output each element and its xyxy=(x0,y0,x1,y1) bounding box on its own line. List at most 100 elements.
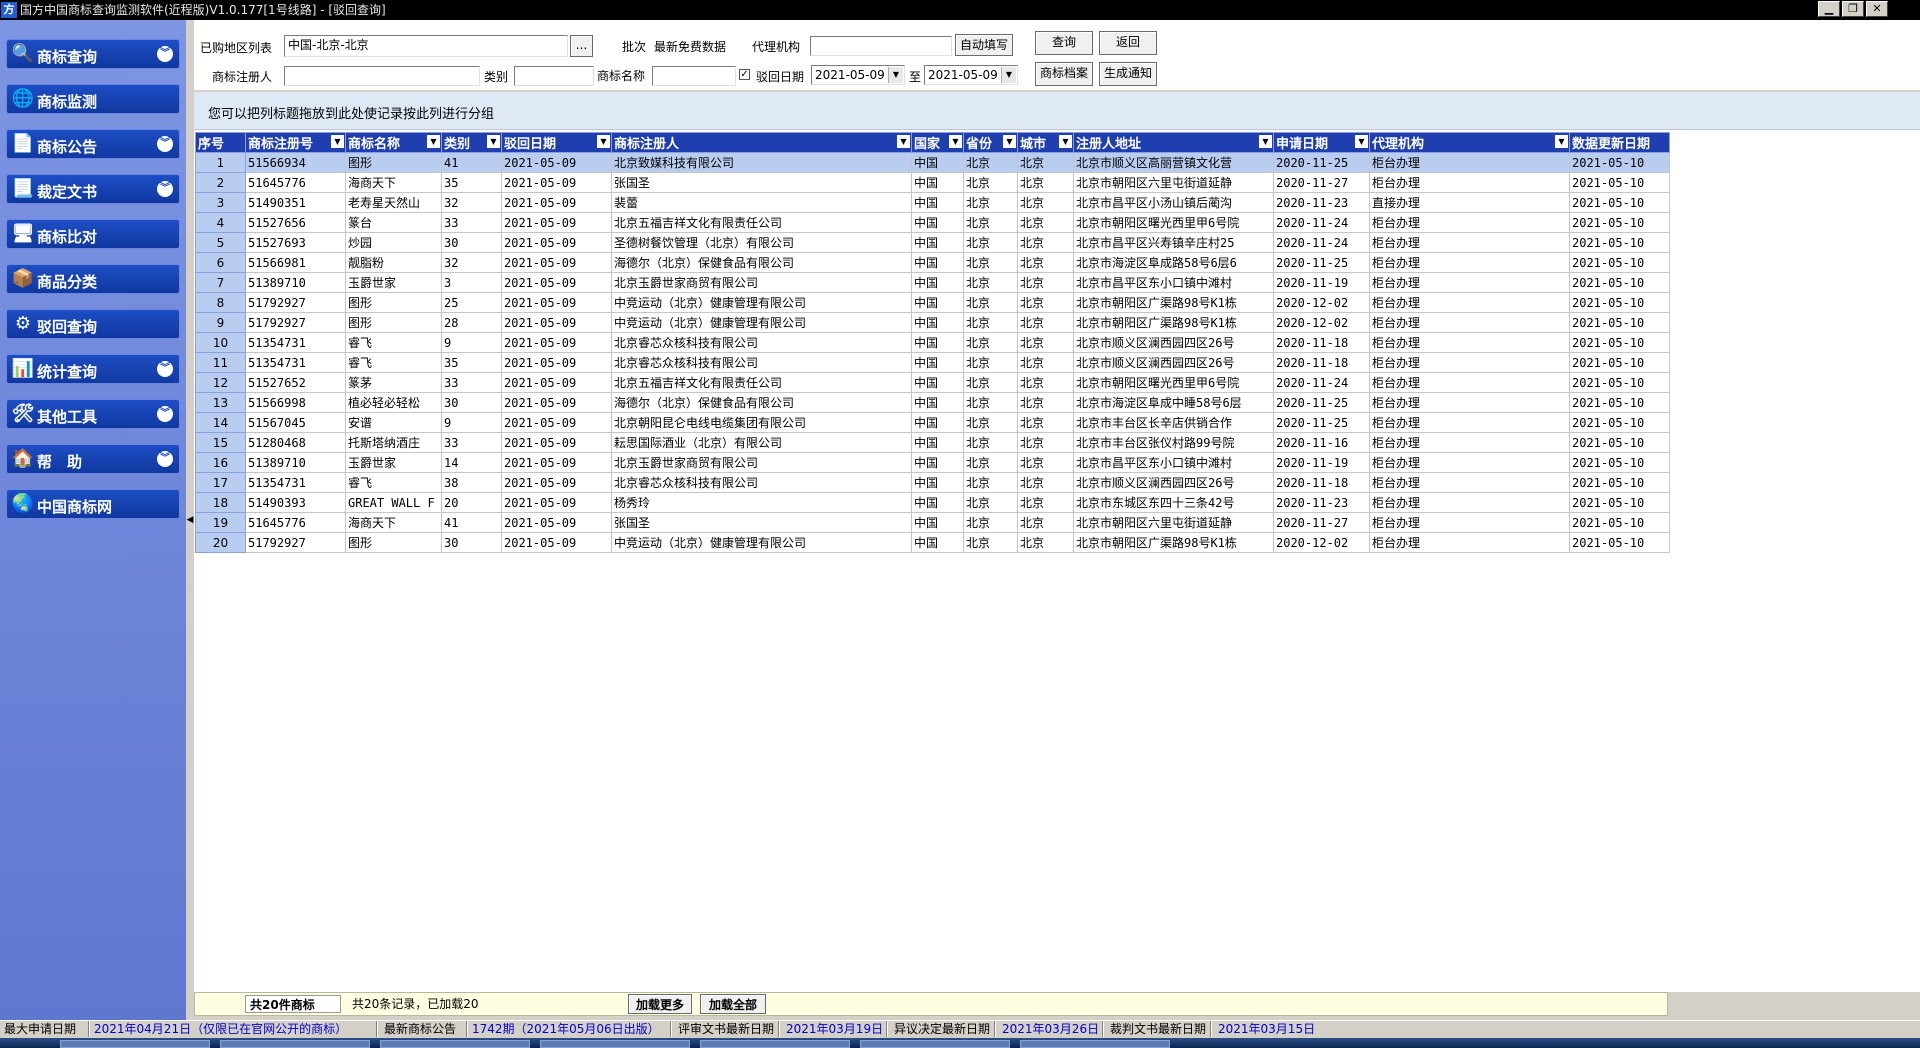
column-header[interactable]: 城市 ▼ xyxy=(1017,132,1074,153)
table-cell[interactable]: 2020-11-19 xyxy=(1273,272,1370,293)
table-cell[interactable]: 2021-05-10 xyxy=(1569,192,1670,213)
table-cell[interactable]: 9 xyxy=(441,332,502,353)
column-header[interactable]: 商标注册人 ▼ xyxy=(611,132,912,153)
table-cell[interactable]: 中国 xyxy=(911,152,964,173)
table-cell[interactable]: 北京 xyxy=(1017,532,1074,553)
date-to-picker[interactable]: 2021-05-09 ▼ xyxy=(924,65,1018,85)
table-cell[interactable]: 柜台办理 xyxy=(1369,352,1570,373)
autofill-button[interactable]: 自动填写 xyxy=(955,34,1013,56)
table-row[interactable]: 12 51527652 篆茅 33 2021-05-09 北京五福吉祥文化有限责任公司 中国… xyxy=(195,372,1670,393)
table-cell[interactable]: 北京 xyxy=(963,492,1018,513)
table-cell[interactable]: 51527693 xyxy=(245,232,346,253)
table-cell[interactable]: 老寿星天然山 xyxy=(345,192,442,213)
table-cell[interactable]: 海商天下 xyxy=(345,512,442,533)
table-cell[interactable]: 2021-05-10 xyxy=(1569,312,1670,333)
minimize-icon[interactable]: ▁ xyxy=(1818,1,1840,17)
column-header[interactable]: 申请日期 ▼ xyxy=(1273,132,1370,153)
column-filter-icon[interactable]: ▼ xyxy=(1003,135,1016,148)
class-input[interactable] xyxy=(514,66,594,86)
table-cell[interactable]: 张国圣 xyxy=(611,512,912,533)
table-cell[interactable]: 51280468 xyxy=(245,432,346,453)
table-cell[interactable]: 柜台办理 xyxy=(1369,272,1570,293)
table-cell[interactable]: 北京 xyxy=(1017,352,1074,373)
table-cell[interactable]: 5 xyxy=(195,232,246,253)
column-header[interactable]: 省份 ▼ xyxy=(963,132,1018,153)
table-cell[interactable]: 北京 xyxy=(963,292,1018,313)
table-cell[interactable]: 中国 xyxy=(911,312,964,333)
table-cell[interactable]: 35 xyxy=(441,172,502,193)
table-cell[interactable]: 北京市昌平区兴寿镇辛庄村25 xyxy=(1073,232,1274,253)
table-cell[interactable]: 柜台办理 xyxy=(1369,452,1570,473)
query-button[interactable]: 查询 xyxy=(1035,31,1093,55)
trademark-name-input[interactable] xyxy=(652,66,736,86)
table-cell[interactable]: 51490351 xyxy=(245,192,346,213)
table-cell[interactable]: 33 xyxy=(441,372,502,393)
table-cell[interactable]: 北京 xyxy=(1017,312,1074,333)
table-cell[interactable]: 北京 xyxy=(963,212,1018,233)
table-row[interactable]: 14 51567045 安谱 9 2021-05-09 北京朝阳昆仑电线电缆集团有限公司中… xyxy=(195,412,1670,433)
table-cell[interactable]: 2020-11-23 xyxy=(1273,192,1370,213)
column-header[interactable]: 商标名称 ▼ xyxy=(345,132,442,153)
table-cell[interactable]: 北京 xyxy=(963,392,1018,413)
table-cell[interactable]: 北京 xyxy=(963,192,1018,213)
table-cell[interactable]: 12 xyxy=(195,372,246,393)
table-cell[interactable]: 33 xyxy=(441,432,502,453)
column-filter-icon[interactable]: ▼ xyxy=(427,135,440,148)
table-row[interactable]: 19 51645776 海商天下 41 2021-05-09 张国圣 中国 北京 北京 北京市朝阳… xyxy=(195,512,1670,533)
table-cell[interactable]: 北京玉爵世家商贸有限公司 xyxy=(611,452,912,473)
table-cell[interactable]: 北京 xyxy=(963,352,1018,373)
table-cell[interactable]: 2020-11-24 xyxy=(1273,212,1370,233)
table-cell[interactable]: 玉爵世家 xyxy=(345,272,442,293)
sidebar-item-ruling-document[interactable]: 📃 裁定文书 ︾ xyxy=(6,174,180,204)
table-cell[interactable]: 北京睿芯众核科技有限公司 xyxy=(611,472,912,493)
table-cell[interactable]: 11 xyxy=(195,352,246,373)
table-cell[interactable]: 北京 xyxy=(1017,392,1074,413)
table-cell[interactable]: 柜台办理 xyxy=(1369,472,1570,493)
table-cell[interactable]: 32 xyxy=(441,252,502,273)
trademark-archive-button[interactable]: 商标档案 xyxy=(1035,62,1093,86)
table-cell[interactable]: 睿飞 xyxy=(345,352,442,373)
table-cell[interactable]: 2 xyxy=(195,172,246,193)
table-cell[interactable]: 2021-05-09 xyxy=(501,432,612,453)
table-cell[interactable]: 耘思国际酒业（北京）有限公司 xyxy=(611,432,912,453)
table-cell[interactable]: 北京 xyxy=(1017,492,1074,513)
table-cell[interactable]: 中国 xyxy=(911,532,964,553)
table-cell[interactable]: 28 xyxy=(441,312,502,333)
table-cell[interactable]: 中国 xyxy=(911,512,964,533)
sidebar-item-trademark-query[interactable]: 🔍 商标查询 ︾ xyxy=(6,39,180,69)
table-cell[interactable]: 7 xyxy=(195,272,246,293)
table-row[interactable]: 4 51527656 篆台 33 2021-05-09 北京五福吉祥文化有限责任公司 中国北… xyxy=(195,212,1670,233)
column-filter-icon[interactable]: ▼ xyxy=(487,135,500,148)
table-cell[interactable]: 2021-05-10 xyxy=(1569,172,1670,193)
table-cell[interactable]: 北京 xyxy=(963,252,1018,273)
table-cell[interactable]: 2020-12-02 xyxy=(1273,292,1370,313)
table-cell[interactable]: 柜台办理 xyxy=(1369,232,1570,253)
table-cell[interactable]: 2021-05-09 xyxy=(501,252,612,273)
load-all-button[interactable]: 加载全部 xyxy=(700,994,766,1014)
table-cell[interactable]: 篆台 xyxy=(345,212,442,233)
table-cell[interactable]: 2021-05-10 xyxy=(1569,152,1670,173)
table-row[interactable]: 17 51354731 睿飞 38 2021-05-09 北京睿芯众核科技有限公司 中国 北京… xyxy=(195,472,1670,493)
table-cell[interactable]: 2020-11-24 xyxy=(1273,232,1370,253)
table-row[interactable]: 10 51354731 睿飞 9 2021-05-09 北京睿芯众核科技有限公司 中国 北京北… xyxy=(195,332,1670,353)
table-cell[interactable]: 北京市朝阳区广渠路98号K1栋 xyxy=(1073,532,1274,553)
table-cell[interactable]: 直接办理 xyxy=(1369,192,1570,213)
table-cell[interactable]: 51527652 xyxy=(245,372,346,393)
table-cell[interactable]: 2021-05-10 xyxy=(1569,252,1670,273)
back-button[interactable]: 返回 xyxy=(1099,31,1157,55)
table-cell[interactable]: 北京市东城区东四十三条42号 xyxy=(1073,492,1274,513)
column-filter-icon[interactable]: ▼ xyxy=(331,135,344,148)
table-cell[interactable]: 北京市昌平区小汤山镇后蔺沟 xyxy=(1073,192,1274,213)
table-cell[interactable]: 图形 xyxy=(345,312,442,333)
table-cell[interactable]: 51566981 xyxy=(245,252,346,273)
table-cell[interactable]: 北京 xyxy=(963,232,1018,253)
table-cell[interactable]: 中国 xyxy=(911,352,964,373)
table-cell[interactable]: 4 xyxy=(195,212,246,233)
table-cell[interactable]: 安谱 xyxy=(345,412,442,433)
table-cell[interactable]: 2021-05-09 xyxy=(501,152,612,173)
table-cell[interactable]: 北京 xyxy=(963,152,1018,173)
region-browse-button[interactable]: ... xyxy=(570,35,593,57)
table-cell[interactable]: 2020-11-25 xyxy=(1273,152,1370,173)
table-cell[interactable]: 41 xyxy=(441,512,502,533)
table-cell[interactable]: 北京 xyxy=(963,532,1018,553)
